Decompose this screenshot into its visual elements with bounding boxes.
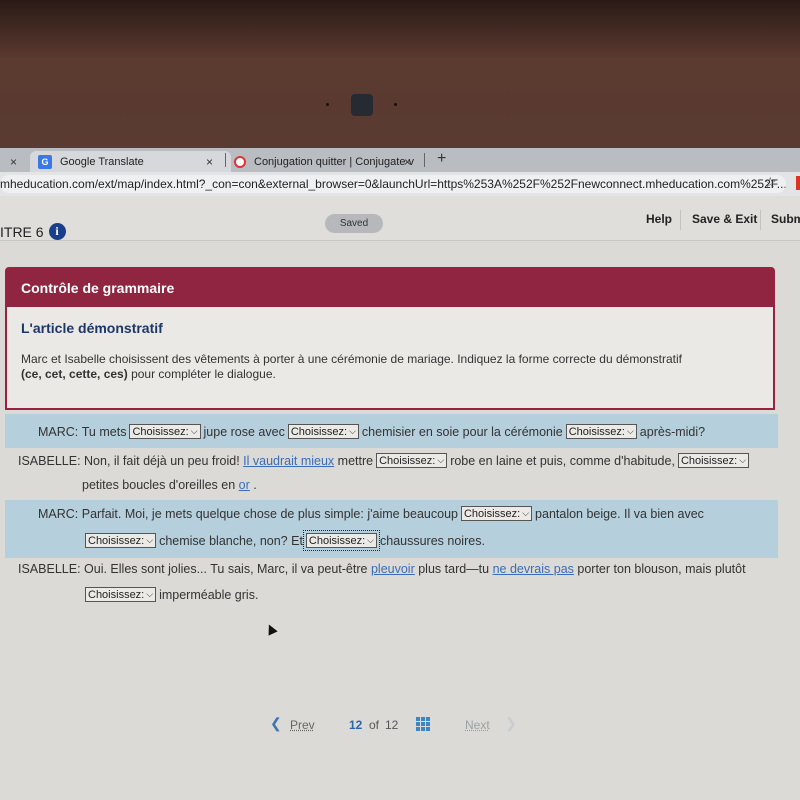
chapter-label: ITRE 6 — [0, 223, 44, 240]
demonstrative-select-5[interactable]: Choisissez: ⌵ — [677, 453, 750, 468]
instructions-bold: (ce, cet, cette, ces) — [21, 367, 128, 381]
glossary-link[interactable]: pleuvoir — [371, 562, 415, 576]
chevron-down-icon: ⌵ — [437, 455, 445, 465]
speaker-label: ISABELLE: — [18, 562, 81, 576]
chevron-down-icon: ⌵ — [349, 426, 356, 436]
tab-label: Google Translate — [60, 155, 144, 168]
url-field[interactable]: mheducation.com/ext/map/index.html?_con=… — [0, 175, 786, 193]
laptop-bezel — [0, 0, 800, 148]
dialogue-text: chemise blanche, non? Et — [159, 533, 303, 548]
submit-button[interactable]: Subm — [771, 212, 800, 226]
dialogue-text: plus tard—tu — [418, 562, 490, 576]
screen: × G Google Translate × Conjugation quitt… — [0, 148, 800, 800]
instructions-text: pour compléter le dialogue. — [127, 367, 276, 381]
dialogue-line-4: ISABELLE: Oui. Elles sont jolies... Tu s… — [5, 558, 778, 608]
close-icon[interactable]: × — [404, 155, 411, 169]
exercise-title: L'article démonstratif — [21, 320, 163, 336]
tab-label: Conjugation quitter | Conjugate v — [254, 155, 415, 168]
app-header: ITRE 6 i Saved Help Save & Exit Subm — [0, 196, 800, 241]
saved-status-badge: Saved — [325, 214, 383, 233]
demonstrative-select-4[interactable]: Choisissez: ⌵ — [376, 453, 448, 468]
dialogue-text: jupe rose avec — [203, 424, 285, 439]
tab-conjugation[interactable]: Conjugation quitter | Conjugate v × — [234, 151, 424, 172]
page-of: of — [369, 718, 380, 732]
info-icon[interactable]: i — [48, 223, 66, 240]
dialogue-text: mettre — [337, 453, 374, 468]
glossary-link[interactable]: Il vaudrait mieux — [243, 454, 334, 468]
dialogue-text: pantalon beige. Il va bien avec — [535, 506, 704, 521]
chevron-left-icon[interactable]: ❮ — [270, 715, 282, 732]
dialogue-text: chemisier en soie pour la cérémonie — [361, 424, 563, 439]
chevron-down-icon: ⌵ — [146, 589, 154, 599]
dialogue-text: petites boucles d'oreilles en — [82, 478, 236, 492]
tab-separator — [424, 153, 425, 167]
dialogue-text: . — [253, 478, 257, 492]
demonstrative-select-8[interactable]: Choisissez: ⌵ — [302, 530, 381, 551]
instructions-text: Marc et Isabelle choisissent des vêtemen… — [21, 352, 683, 366]
exercise-card: Contrôle de grammaire L'article démonstr… — [5, 267, 775, 410]
total-pages: 12 — [385, 718, 399, 732]
mouse-cursor — [264, 622, 278, 636]
chevron-down-icon: ⌵ — [146, 535, 154, 545]
close-icon[interactable]: × — [206, 155, 213, 169]
address-bar: mheducation.com/ext/map/index.html?_con=… — [0, 172, 800, 196]
demonstrative-select-7[interactable]: Choisissez: ⌵ — [85, 533, 157, 548]
speaker-label: MARC: — [38, 506, 79, 521]
divider — [680, 210, 681, 230]
dialogue-text: Tu mets — [81, 424, 127, 439]
dialogue-text: robe en laine et puis, comme d'habitude, — [450, 453, 675, 468]
tab-google-translate[interactable]: G Google Translate × — [30, 151, 231, 172]
help-button[interactable]: Help — [646, 212, 672, 226]
demonstrative-select-3[interactable]: Choisissez: ⌵ — [565, 424, 637, 439]
next-button[interactable]: Next — [465, 718, 490, 732]
dialogue-line-2: ISABELLE: Non, il fait déjà un peu froid… — [5, 448, 778, 500]
dialogue-text: chaussures noires. — [380, 533, 485, 548]
tab-strip: × G Google Translate × Conjugation quitt… — [0, 148, 800, 172]
dialogue-line-1: MARC: Tu mets Choisissez: ⌵ jupe rose ave… — [5, 414, 778, 448]
speaker-label: MARC: — [38, 424, 79, 439]
close-icon[interactable]: × — [10, 155, 17, 169]
new-tab-button[interactable]: + — [437, 150, 446, 168]
current-page: 12 — [349, 718, 363, 732]
tab-separator — [225, 153, 226, 167]
bookmark-star-icon[interactable]: ☆ — [764, 174, 777, 191]
card-header: Contrôle de grammaire — [7, 269, 773, 307]
webcam — [351, 94, 373, 116]
save-exit-button[interactable]: Save & Exit — [692, 212, 757, 226]
tab-partial[interactable]: × — [0, 151, 28, 172]
speaker-label: ISABELLE: — [18, 453, 81, 468]
dialogue-text: imperméable gris. — [159, 587, 259, 602]
chevron-down-icon: ⌵ — [190, 426, 198, 436]
dialogue-text: Parfait. Moi, je mets quelque chose de p… — [81, 506, 458, 521]
glossary-link[interactable]: ne devrais pas — [493, 562, 574, 576]
chevron-down-icon: ⌵ — [626, 426, 634, 436]
dialogue-text: Oui. Elles sont jolies... Tu sais, Marc,… — [84, 562, 368, 576]
dialogue-text: Non, il fait déjà un peu froid! — [84, 453, 240, 468]
google-translate-icon: G — [38, 154, 52, 169]
prev-button[interactable]: Prev — [290, 718, 315, 732]
chevron-down-icon: ⌵ — [367, 535, 374, 545]
demonstrative-select-9[interactable]: Choisissez: ⌵ — [85, 587, 157, 602]
bezel-dot — [394, 103, 397, 106]
demonstrative-select-6[interactable]: Choisissez: ⌵ — [460, 506, 533, 521]
glossary-link[interactable]: or — [239, 478, 250, 492]
conjugation-site-icon — [234, 155, 246, 168]
dialogue-text: après-midi? — [639, 424, 706, 439]
instructions: Marc et Isabelle choisissent des vêtemen… — [21, 352, 751, 382]
extension-icon[interactable] — [796, 176, 800, 190]
bezel-dot — [326, 103, 329, 106]
divider — [760, 210, 761, 230]
grid-view-icon[interactable] — [416, 717, 430, 731]
chapter-title: ITRE 6 i — [0, 223, 66, 240]
demonstrative-select-2[interactable]: Choisissez: ⌵ — [287, 424, 359, 439]
dialogue-text: porter ton blouson, mais plutôt — [577, 562, 746, 576]
demonstrative-select-1[interactable]: Choisissez: ⌵ — [129, 424, 201, 439]
chevron-down-icon: ⌵ — [739, 455, 747, 465]
chevron-down-icon: ⌵ — [522, 508, 530, 518]
chevron-right-icon[interactable]: ❯ — [505, 715, 517, 732]
dialogue-line-3: MARC: Parfait. Moi, je mets quelque chos… — [5, 500, 778, 558]
